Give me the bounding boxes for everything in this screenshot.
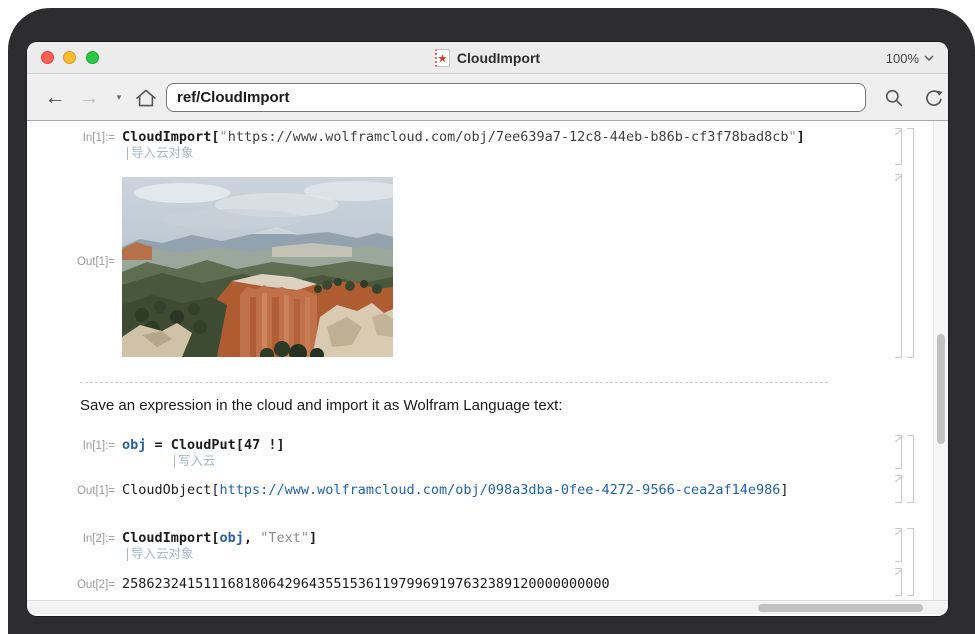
in-label: In[2]:= <box>82 533 115 545</box>
cell-group-bracket[interactable] <box>907 435 914 503</box>
screenshot-root: CloudImport 100% ← → ▾ ref/CloudImport I… <box>0 0 975 634</box>
symbol-obj: obj <box>219 530 244 546</box>
search-button[interactable] <box>877 74 911 121</box>
quote: " <box>788 129 797 145</box>
window-title: CloudImport <box>456 50 541 66</box>
cell-group-bracket[interactable] <box>907 528 914 596</box>
in-label: In[1]:= <box>82 132 115 144</box>
window-title-group: CloudImport <box>27 42 948 74</box>
open-bracket: [ <box>211 530 220 546</box>
symbol-obj: obj <box>122 437 147 453</box>
horizontal-scrollbar-thumb[interactable] <box>758 604 923 612</box>
forward-arrow-icon: → <box>78 85 100 109</box>
code-caption-cn: 写入云 <box>174 455 216 468</box>
code-caption-cn: 导入云对象 <box>127 147 194 160</box>
function-name: CloudImport <box>122 530 212 546</box>
out-label: Out[1]= <box>76 485 115 497</box>
back-button[interactable]: ← <box>41 74 69 121</box>
input-cell-3[interactable]: In[2]:= CloudImport[obj, "Text"] <box>27 529 317 547</box>
history-dropdown-button[interactable]: ▾ <box>111 74 127 121</box>
horizontal-scrollbar-track[interactable] <box>27 600 948 614</box>
wolfram-notebook-icon <box>434 49 450 67</box>
caret-down-icon: ▾ <box>116 92 122 102</box>
home-button[interactable] <box>131 74 161 121</box>
reload-icon <box>926 89 943 106</box>
bryce-canyon-landscape-photo <box>122 177 393 357</box>
output-cell-3: Out[2]= 258623241511168180642964355153611… <box>27 575 610 593</box>
input-cell-1[interactable]: In[1]:= CloudImport["https://www.wolframc… <box>27 128 805 146</box>
search-icon <box>885 89 903 106</box>
cloud-url-string: https://www.wolframcloud.com/obj/7ee639a… <box>227 129 789 145</box>
quote: " <box>219 129 228 145</box>
cloudobject-head: CloudObject <box>122 482 212 498</box>
cloudimport-doc-window: CloudImport 100% ← → ▾ ref/CloudImport I… <box>27 42 948 616</box>
cloud-object-link[interactable]: https://www.wolframcloud.com/obj/098a3db… <box>220 482 781 498</box>
function-name: CloudPut <box>170 437 236 453</box>
equals: = <box>146 437 171 453</box>
cell-bracket[interactable] <box>895 568 902 596</box>
arguments: [47 !] <box>235 437 285 453</box>
function-name: CloudImport <box>122 129 212 145</box>
cell-bracket[interactable] <box>895 528 902 562</box>
open-bracket: [ <box>211 482 220 498</box>
home-icon <box>136 89 156 106</box>
format-string: "Text" <box>260 530 309 546</box>
close-bracket: ] <box>308 530 318 546</box>
open-bracket: [ <box>211 129 220 145</box>
title-bar[interactable]: CloudImport 100% <box>27 42 948 74</box>
cell-bracket[interactable] <box>895 128 902 165</box>
magnification-dropdown[interactable]: 100% <box>886 42 934 74</box>
vertical-scrollbar-thumb[interactable] <box>937 334 945 444</box>
input-cell-2[interactable]: In[1]:= obj = CloudPut[47 !] <box>27 436 285 454</box>
vertical-scrollbar-track[interactable] <box>933 121 948 600</box>
address-input[interactable] <box>166 83 866 112</box>
in-label: In[1]:= <box>82 440 115 452</box>
cell-group-separator <box>80 382 828 383</box>
notebook-content: In[1]:= CloudImport["https://www.wolframc… <box>27 121 948 600</box>
chevron-down-icon <box>924 55 934 61</box>
close-bracket: ] <box>780 482 789 498</box>
factorial-result: 2586232415111681806429643551536119799691… <box>122 576 610 592</box>
spikey-icon <box>438 53 448 62</box>
forward-button[interactable]: → <box>75 74 103 121</box>
back-arrow-icon: ← <box>44 85 66 109</box>
cell-bracket[interactable] <box>895 435 902 469</box>
comma: , <box>243 530 261 546</box>
desktop-frame: CloudImport 100% ← → ▾ ref/CloudImport I… <box>8 8 975 634</box>
close-bracket: ] <box>796 129 805 145</box>
cell-group-bracket[interactable] <box>907 128 914 358</box>
out-label: Out[2]= <box>76 579 115 591</box>
out-label: Out[1]= <box>76 256 115 268</box>
zoom-level: 100% <box>885 50 919 66</box>
cell-bracket[interactable] <box>895 174 902 358</box>
cell-bracket[interactable] <box>895 475 902 503</box>
section-description: Save an expression in the cloud and impo… <box>80 397 563 414</box>
code-caption-cn: 导入云对象 <box>127 548 194 561</box>
navigation-bar: ← → ▾ <box>27 74 948 121</box>
output-cell-2: Out[1]= CloudObject[https://www.wolframcl… <box>27 481 789 499</box>
reload-button[interactable] <box>917 74 948 121</box>
